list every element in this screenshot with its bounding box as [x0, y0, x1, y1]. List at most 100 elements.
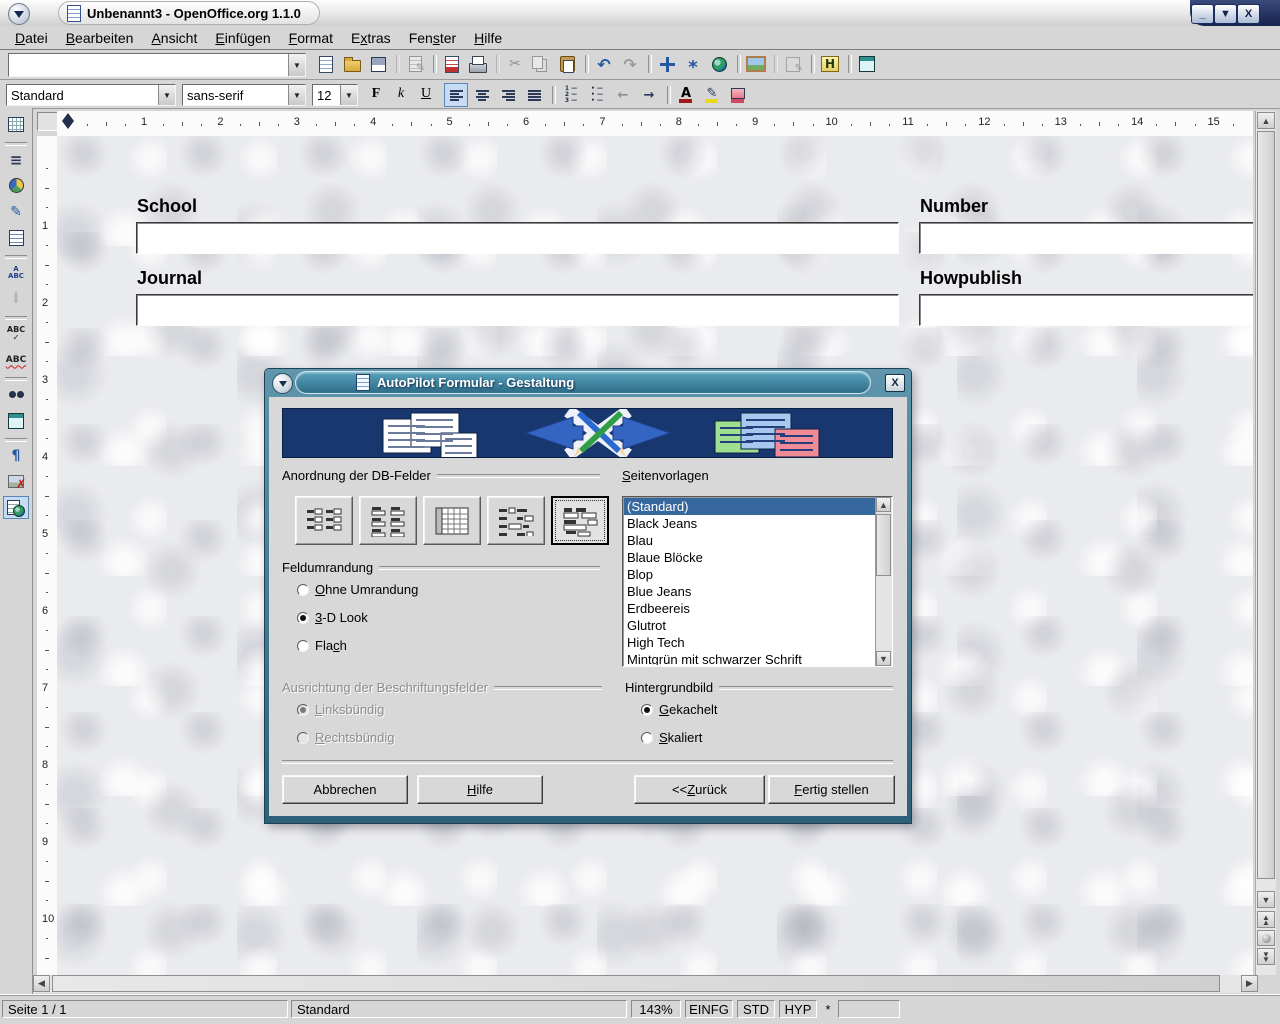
bold-button[interactable]: F: [364, 83, 388, 105]
page-style-item[interactable]: High Tech: [624, 634, 875, 651]
toolbar-button[interactable]: [555, 52, 579, 76]
page-style-item[interactable]: (Standard): [624, 498, 875, 515]
page-style-item[interactable]: Blop: [624, 566, 875, 583]
toolbar-button[interactable]: [818, 52, 842, 76]
toolbar-button[interactable]: [496, 83, 520, 107]
toolbar-button[interactable]: [3, 348, 29, 371]
close-button[interactable]: X: [1237, 4, 1260, 24]
toolbar-button[interactable]: [592, 52, 616, 76]
back-button[interactable]: << Zurück: [634, 775, 765, 804]
menu-item[interactable]: Datei: [6, 27, 57, 49]
navigation-button[interactable]: [1257, 930, 1275, 946]
url-combobox[interactable]: ▼: [8, 53, 306, 77]
chevron-down-icon[interactable]: ▼: [158, 85, 175, 105]
toolbar-button[interactable]: [3, 496, 29, 519]
layout-blocks-labels-top-button[interactable]: [551, 496, 609, 545]
menu-item[interactable]: Hilfe: [465, 27, 511, 49]
toolbar-button[interactable]: [674, 83, 698, 107]
vertical-scrollbar[interactable]: ▲ ▼ ▲ ▲ ▼ ▼: [1255, 111, 1276, 975]
menu-item[interactable]: Einfügen: [206, 27, 279, 49]
toolbar-button[interactable]: [3, 226, 29, 249]
toolbar-button[interactable]: [3, 174, 29, 197]
page-style-item[interactable]: Blaue Blöcke: [624, 549, 875, 566]
radio-flat-label[interactable]: Flach: [315, 638, 347, 653]
page-style-item[interactable]: Mintgrün mit schwarzer Schrift: [624, 651, 875, 665]
toolbar-button[interactable]: [314, 52, 338, 76]
toolbar-button[interactable]: [585, 83, 609, 107]
toolbar-button[interactable]: [3, 113, 29, 136]
window-menu-button[interactable]: [8, 3, 30, 25]
font-size-combobox[interactable]: 12 ▼: [312, 84, 358, 106]
radio-tiled-label[interactable]: Gekachelt: [659, 702, 718, 717]
list-scroll-up-button[interactable]: ▲: [876, 497, 891, 512]
page-style-item[interactable]: Glutrot: [624, 617, 875, 634]
form-field-number[interactable]: [919, 222, 1253, 254]
layout-as-table-button[interactable]: [423, 496, 481, 545]
toolbar-button[interactable]: [3, 470, 29, 493]
radio-tiled[interactable]: [641, 704, 653, 716]
form-field-howpublish[interactable]: [919, 294, 1253, 326]
maximize-button[interactable]: ▼: [1214, 4, 1237, 24]
toolbar-button[interactable]: [366, 52, 390, 76]
radio-3d-look-label[interactable]: 3-D Look: [315, 610, 368, 625]
page-style-item[interactable]: Erdbeereis: [624, 600, 875, 617]
underline-button[interactable]: U: [414, 83, 438, 105]
layout-columns-labels-left-button[interactable]: [295, 496, 353, 545]
font-name-combobox[interactable]: sans-serif ▼: [182, 84, 306, 106]
status-page-style[interactable]: Standard: [291, 1000, 627, 1018]
radio-scaled[interactable]: [641, 732, 653, 744]
toolbar-button[interactable]: [522, 83, 546, 107]
list-scroll-down-button[interactable]: ▼: [876, 651, 891, 666]
radio-scaled-label[interactable]: Skaliert: [659, 730, 702, 745]
status-insert-mode[interactable]: EINFG: [685, 1000, 733, 1018]
toolbar-button[interactable]: [707, 52, 731, 76]
toolbar-button[interactable]: [3, 322, 29, 345]
toolbar-button[interactable]: [3, 261, 29, 284]
next-page-button[interactable]: ▼ ▼: [1257, 948, 1275, 965]
paragraph-style-combobox[interactable]: Standard ▼: [6, 84, 176, 106]
toolbar-button[interactable]: [3, 287, 29, 310]
scroll-up-button[interactable]: ▲: [1257, 112, 1275, 129]
chevron-down-icon[interactable]: ▼: [288, 85, 305, 105]
horizontal-scrollbar[interactable]: ◀ ▶: [33, 975, 1258, 993]
toolbar-button[interactable]: [466, 52, 490, 76]
scroll-right-button[interactable]: ▶: [1241, 975, 1258, 992]
toolbar-button[interactable]: [3, 409, 29, 432]
toolbar-button[interactable]: [3, 148, 29, 171]
toolbar-button[interactable]: [503, 52, 527, 76]
toolbar-button[interactable]: [403, 52, 427, 76]
toolbar-button[interactable]: [655, 52, 679, 76]
toolbar-button[interactable]: [618, 52, 642, 76]
list-scroll-thumb[interactable]: [876, 514, 891, 576]
italic-button[interactable]: k: [389, 83, 413, 105]
help-button[interactable]: Hilfe: [417, 775, 543, 804]
toolbar-button[interactable]: [637, 83, 661, 107]
toolbar-button[interactable]: [726, 83, 750, 107]
toolbar-button[interactable]: [529, 52, 553, 76]
toolbar-button[interactable]: [470, 83, 494, 107]
previous-page-button[interactable]: ▲ ▲: [1257, 911, 1275, 928]
page-style-item[interactable]: Blau: [624, 532, 875, 549]
toolbar-button[interactable]: [440, 52, 464, 76]
dialog-close-button[interactable]: X: [885, 374, 905, 392]
cancel-button[interactable]: Abbrechen: [282, 775, 408, 804]
page-style-item[interactable]: Black Jeans: [624, 515, 875, 532]
toolbar-button[interactable]: [444, 83, 468, 107]
toolbar-button[interactable]: [855, 52, 879, 76]
status-zoom[interactable]: 143%: [631, 1000, 681, 1018]
horizontal-scroll-thumb[interactable]: [52, 975, 1220, 992]
scroll-down-button[interactable]: ▼: [1257, 891, 1275, 908]
toolbar-button[interactable]: [340, 52, 364, 76]
status-selection-mode[interactable]: STD: [737, 1000, 775, 1018]
page-style-item[interactable]: Blue Jeans: [624, 583, 875, 600]
dialog-titlebar[interactable]: AutoPilot Formular - Gestaltung X: [265, 369, 911, 397]
menu-item[interactable]: Ansicht: [142, 27, 206, 49]
radio-no-border-label[interactable]: Ohne Umrandung: [315, 582, 418, 597]
menu-item[interactable]: Fenster: [400, 27, 465, 49]
toolbar-button[interactable]: [3, 444, 29, 467]
menu-item[interactable]: Bearbeiten: [57, 27, 143, 49]
tab-stop-selector[interactable]: [57, 111, 79, 136]
toolbar-button[interactable]: [781, 52, 805, 76]
toolbar-button[interactable]: [3, 200, 29, 223]
radio-no-border[interactable]: [297, 584, 309, 596]
